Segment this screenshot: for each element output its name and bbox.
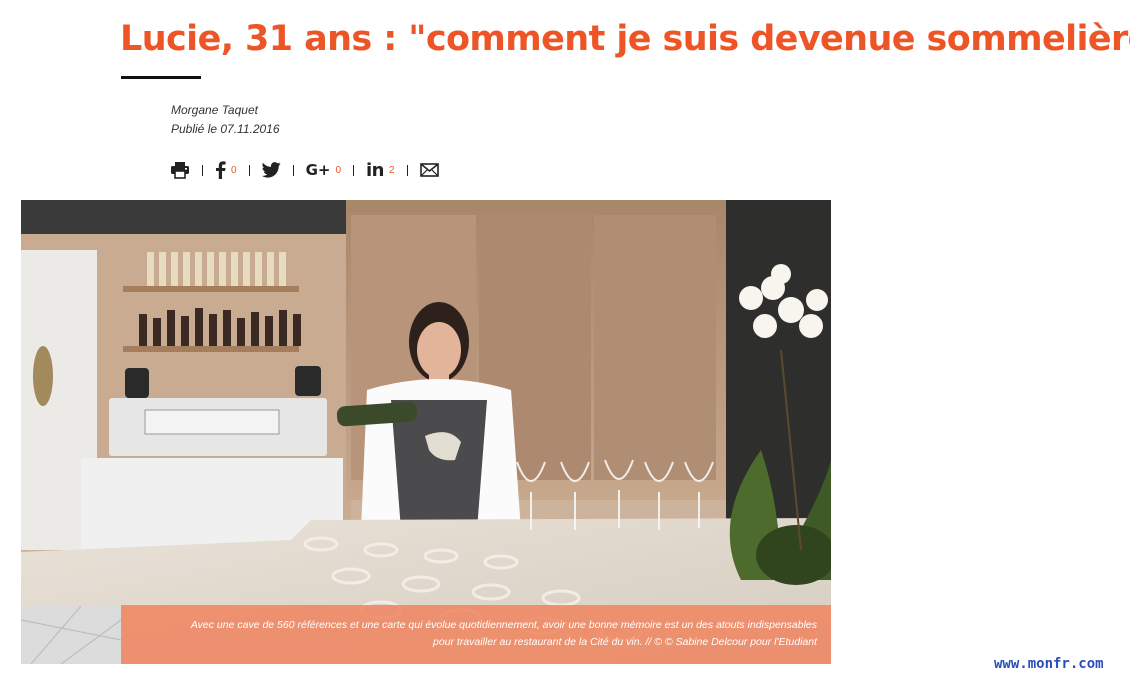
separator xyxy=(353,164,355,176)
googleplus-share-count: 0 xyxy=(335,164,342,176)
article-photo xyxy=(21,200,831,664)
print-button[interactable] xyxy=(170,158,190,182)
twitter-icon xyxy=(261,162,281,178)
twitter-share-button[interactable] xyxy=(261,158,281,182)
site-watermark: www.monfr.com xyxy=(994,656,1104,672)
facebook-share-count: 0 xyxy=(231,164,237,176)
caption-line-1: Avec une cave de 560 références et une c… xyxy=(190,619,817,631)
article-title: Lucie, 31 ans : "comment je suis devenue… xyxy=(120,19,1130,59)
googleplus-share-button[interactable]: G+ 0 xyxy=(306,158,341,182)
title-underline xyxy=(121,76,201,79)
googleplus-icon: G+ xyxy=(305,161,331,179)
linkedin-icon: in xyxy=(366,159,384,181)
envelope-icon xyxy=(419,163,439,177)
sommeliere-photo-illustration xyxy=(21,200,831,664)
print-icon xyxy=(171,162,189,179)
email-share-button[interactable] xyxy=(419,158,439,182)
facebook-icon xyxy=(216,161,226,179)
share-bar: 0 G+ 0 in 2 xyxy=(170,158,439,182)
facebook-share-button[interactable]: 0 xyxy=(215,158,237,182)
separator xyxy=(248,164,250,176)
author-name: Morgane Taquet xyxy=(171,103,258,117)
separator xyxy=(292,164,294,176)
caption-line-2: pour travailler au restaurant de la Cité… xyxy=(432,636,817,648)
photo-caption: Avec une cave de 560 références et une c… xyxy=(121,605,831,664)
linkedin-share-count: 2 xyxy=(389,164,395,176)
separator xyxy=(406,164,408,176)
separator xyxy=(202,164,203,176)
byline: Morgane Taquet Publié le 07.11.2016 xyxy=(171,101,280,139)
publish-date: Publié le 07.11.2016 xyxy=(171,122,280,136)
linkedin-share-button[interactable]: in 2 xyxy=(366,158,395,182)
